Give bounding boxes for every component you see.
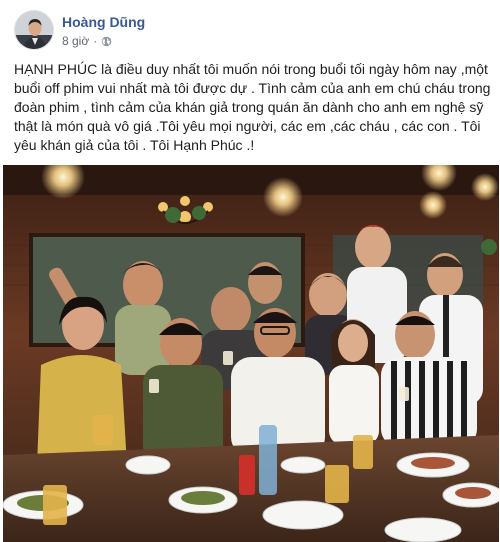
group-photo-image xyxy=(3,165,499,542)
facebook-post: Hoàng Dũng 8 giờ · HẠNH PHÚC là điều duy… xyxy=(0,0,500,542)
post-header: Hoàng Dũng 8 giờ · xyxy=(14,10,494,52)
globe-icon[interactable] xyxy=(101,36,112,47)
avatar-image xyxy=(15,11,53,49)
meta-separator: · xyxy=(93,34,98,48)
author-avatar[interactable] xyxy=(14,10,54,50)
author-name-link[interactable]: Hoàng Dũng xyxy=(62,14,145,30)
post-photo[interactable] xyxy=(3,165,499,542)
post-meta: 8 giờ · xyxy=(62,34,112,48)
post-body-text: HẠNH PHÚC là điều duy nhất tôi muốn nói … xyxy=(14,61,491,153)
post-timestamp[interactable]: 8 giờ xyxy=(62,34,89,48)
